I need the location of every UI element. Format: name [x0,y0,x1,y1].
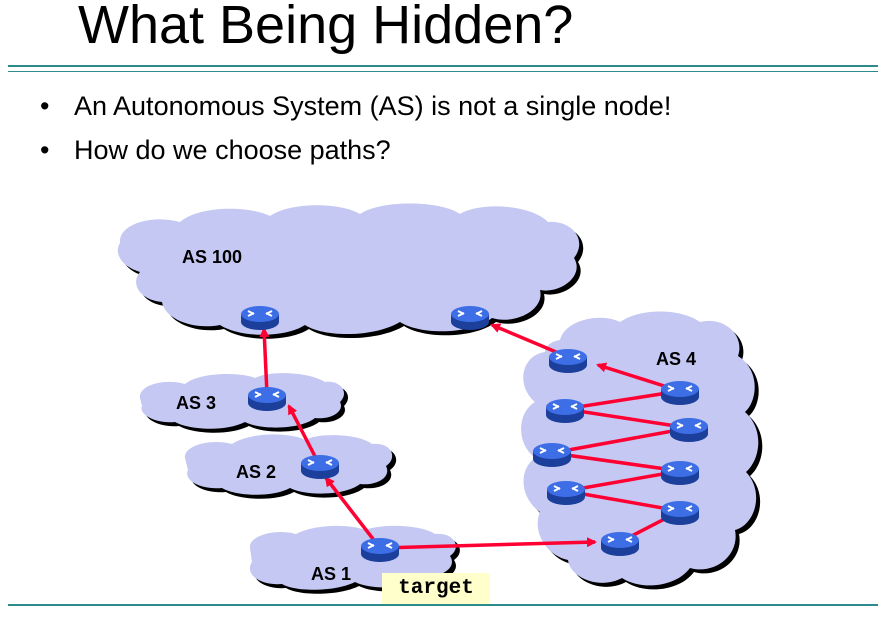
as100-label: AS 100 [182,247,242,267]
footer-rule [8,604,878,606]
as-network-diagram: AS 100 AS 3 AS 2 AS 1 AS 4 [117,203,763,594]
router-icon [600,531,640,557]
router-icon [660,380,700,406]
router-icon [660,500,700,526]
router-icon [240,305,280,331]
router-icon [450,305,490,331]
target-label: target [382,573,490,605]
router-icon [546,480,586,506]
router-icon [360,537,400,563]
as4-label: AS 4 [656,349,696,369]
router-icon [548,348,588,374]
cloud-as100 [117,203,580,335]
router-icon [300,454,340,480]
router-icon [660,460,700,486]
router-icon [247,386,287,412]
router-icon [545,398,585,424]
as2-label: AS 2 [236,462,276,482]
router-icon [669,417,709,443]
as1-label: AS 1 [311,564,351,584]
router-icon [532,442,572,468]
as3-label: AS 3 [176,393,216,413]
